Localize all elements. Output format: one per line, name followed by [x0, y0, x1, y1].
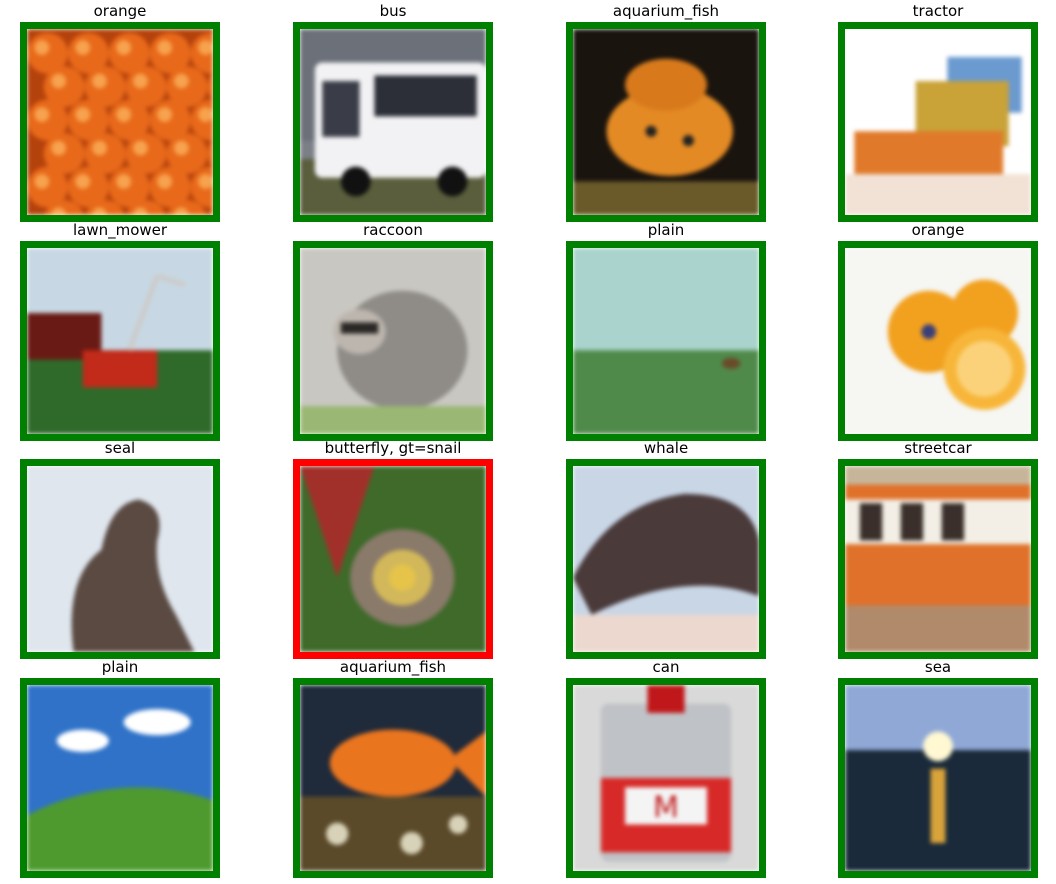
thumbnail-image: [27, 685, 213, 871]
correct-prediction-frame: [293, 241, 493, 441]
thumbnail-image: [27, 29, 213, 215]
correct-prediction-frame: [20, 241, 220, 441]
panel-title: can: [652, 658, 680, 676]
panel-title: tractor: [912, 2, 964, 20]
correct-prediction-frame: [838, 22, 1038, 222]
correct-prediction-frame: [838, 678, 1038, 878]
correct-prediction-frame: [20, 459, 220, 659]
correct-prediction-frame: [20, 678, 220, 878]
panel-title: plain: [101, 658, 139, 676]
correct-prediction-frame: [838, 459, 1038, 659]
panel-title: orange: [911, 221, 965, 239]
correct-prediction-frame: [838, 241, 1038, 441]
thumbnail-image: [845, 685, 1031, 871]
panel-title: plain: [647, 221, 685, 239]
panel-title: whale: [643, 439, 689, 457]
thumbnail-image: [845, 29, 1031, 215]
thumbnail-image: [300, 29, 486, 215]
panel-title: streetcar: [904, 439, 972, 457]
correct-prediction-frame: [566, 241, 766, 441]
correct-prediction-frame: M: [566, 678, 766, 878]
thumbnail-image: [573, 248, 759, 434]
correct-prediction-frame: [566, 22, 766, 222]
image-grid: orange bus aquarium_fish tractor lawn_mower r…: [0, 0, 1056, 884]
panel-title: seal: [104, 439, 136, 457]
thumbnail-image: [573, 29, 759, 215]
thumbnail-image: [845, 466, 1031, 652]
thumbnail-image: [300, 466, 486, 652]
thumbnail-image: [300, 248, 486, 434]
panel-title: orange: [93, 2, 147, 20]
thumbnail-image: [27, 248, 213, 434]
panel-title: aquarium_fish: [339, 658, 447, 676]
panel-title: raccoon: [363, 221, 423, 239]
correct-prediction-frame: [293, 678, 493, 878]
panel-title: bus: [379, 2, 407, 20]
panel-title: lawn_mower: [72, 221, 168, 239]
thumbnail-image: [845, 248, 1031, 434]
correct-prediction-frame: [293, 22, 493, 222]
panel-title: sea: [924, 658, 952, 676]
incorrect-prediction-frame: [293, 459, 493, 659]
thumbnail-image: [573, 466, 759, 652]
thumbnail-image: M: [573, 685, 759, 871]
svg-text:M: M: [653, 790, 679, 825]
panel-title: aquarium_fish: [612, 2, 720, 20]
correct-prediction-frame: [20, 22, 220, 222]
thumbnail-image: [27, 466, 213, 652]
thumbnail-image: [300, 685, 486, 871]
correct-prediction-frame: [566, 459, 766, 659]
panel-title: butterfly, gt=snail: [324, 439, 462, 457]
